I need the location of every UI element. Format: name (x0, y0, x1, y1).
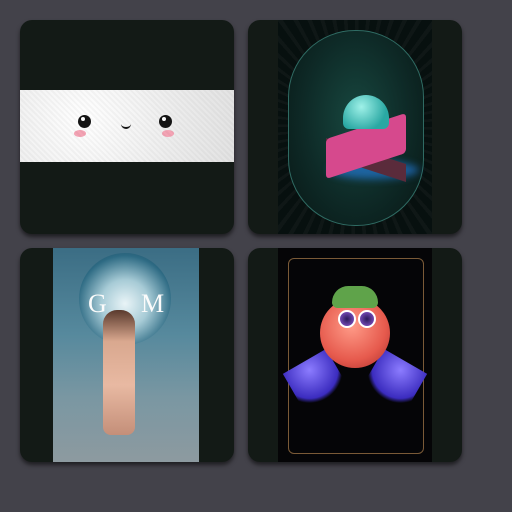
glass-dome-icon (343, 95, 389, 129)
monogram-right: M (141, 289, 167, 318)
figure-silhouette (103, 310, 135, 435)
gallery-card-photo-poster[interactable]: G M (20, 248, 234, 462)
creature-poster-image (278, 248, 432, 462)
smile-icon (121, 122, 131, 129)
creature-body (320, 298, 390, 368)
gallery-card-isometric-poster[interactable] (248, 20, 462, 234)
isometric-poster-image (278, 20, 432, 234)
right-blush (162, 130, 174, 137)
creature-cap (332, 286, 378, 308)
creature-left-eye-icon (338, 310, 356, 328)
gallery-card-kawaii-banner[interactable] (20, 20, 234, 234)
gallery-card-creature-poster[interactable] (248, 248, 462, 462)
left-blush (74, 130, 86, 137)
creature-right-eye-icon (358, 310, 376, 328)
left-eye-icon (78, 115, 91, 128)
poster-oval-frame (288, 30, 424, 226)
right-eye-icon (159, 115, 172, 128)
kawaii-banner-image (20, 90, 234, 162)
photo-poster-image: G M (53, 248, 199, 462)
